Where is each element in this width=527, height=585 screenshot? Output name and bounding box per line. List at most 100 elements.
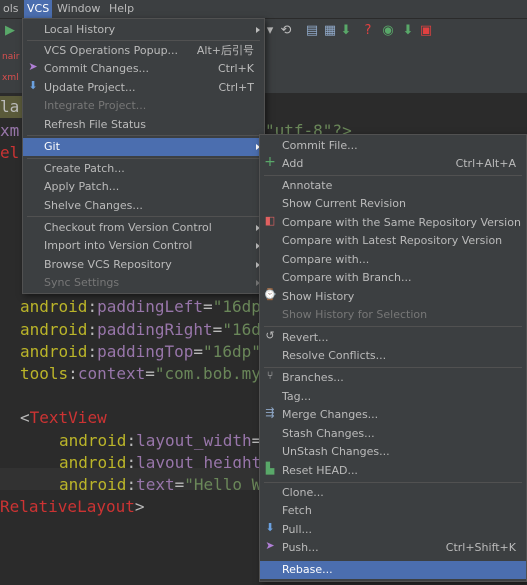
menu-item-update-project[interactable]: ⬇ Update Project... Ctrl+T: [23, 79, 264, 97]
menu-item-add[interactable]: + Add Ctrl+Alt+A: [260, 155, 526, 173]
menu-item-label: Stash Changes...: [282, 427, 375, 440]
menu-help[interactable]: Help: [106, 0, 137, 18]
structure-icon[interactable]: ▤: [304, 23, 320, 39]
code-fragment-xm: xm: [0, 120, 19, 142]
separator: [27, 40, 260, 41]
menu-item-pull[interactable]: ⬇ Pull...: [260, 521, 526, 539]
menu-item-compare-same-repo[interactable]: ◧ Compare with the Same Repository Versio…: [260, 214, 526, 232]
sync-icon[interactable]: ⬇: [338, 23, 354, 39]
menu-item-compare-latest-repo[interactable]: Compare with Latest Repository Version: [260, 232, 526, 250]
menu-item-shelve-changes[interactable]: Shelve Changes...: [23, 197, 264, 215]
plus-icon: +: [264, 154, 276, 170]
menu-item-checkout[interactable]: Checkout from Version Control: [23, 219, 264, 237]
update-icon: ⬇: [28, 79, 38, 92]
code-line-layout-width: android:layout_width=: [59, 431, 262, 450]
menu-item-resolve-conflicts[interactable]: Resolve Conflicts...: [260, 347, 526, 365]
revert-icon: ↺: [265, 329, 275, 342]
menu-bar: ols VCS Window Help: [0, 0, 527, 19]
menu-item-revert[interactable]: ↺ Revert...: [260, 329, 526, 347]
menu-item-browse-vcs[interactable]: Browse VCS Repository: [23, 256, 264, 274]
menu-item-integrate-project: Integrate Project...: [23, 97, 264, 115]
menu-item-vcs-operations-popup[interactable]: VCS Operations Popup... Alt+后引号: [23, 42, 264, 60]
menu-item-annotate[interactable]: Annotate: [260, 177, 526, 195]
ns-android: android: [59, 431, 127, 450]
menu-item-rebase[interactable]: Rebase...: [260, 561, 526, 579]
menu-item-clone[interactable]: Clone...: [260, 484, 526, 502]
stop-icon[interactable]: ▣: [418, 23, 434, 39]
menu-item-label: Show History: [282, 290, 355, 303]
menu-tools[interactable]: ols: [0, 0, 22, 18]
separator: [264, 326, 522, 327]
separator: [264, 175, 522, 176]
menu-item-label: Add: [282, 157, 304, 170]
tab-xml[interactable]: xml: [2, 73, 19, 83]
attr-name: text: [136, 475, 175, 494]
ns-android: android: [20, 342, 88, 361]
menu-item-label: Apply Patch...: [44, 180, 120, 193]
menu-item-tag[interactable]: Tag...: [260, 388, 526, 406]
ns-android: android: [20, 320, 88, 339]
menu-item-reset-head[interactable]: ▙ Reset HEAD...: [260, 462, 526, 480]
menu-item-label: Reset HEAD...: [282, 464, 358, 477]
menu-item-label: Annotate: [282, 179, 333, 192]
code-line-closing: RelativeLayout>: [0, 497, 145, 516]
menu-item-local-history[interactable]: Local History: [23, 21, 264, 39]
menu-item-label: Local History: [44, 23, 116, 36]
menu-item-compare-with[interactable]: Compare with...: [260, 251, 526, 269]
menu-item-show-history[interactable]: ⌚ Show History: [260, 288, 526, 306]
menu-item-branches[interactable]: ⑂ Branches...: [260, 369, 526, 387]
menu-item-label: Git: [44, 140, 60, 153]
menu-item-show-current-revision[interactable]: Show Current Revision: [260, 195, 526, 213]
menu-item-push[interactable]: ➤ Push... Ctrl+Shift+K: [260, 539, 526, 557]
run-icon[interactable]: ▶: [2, 23, 18, 39]
device-icon[interactable]: ◉: [380, 23, 396, 39]
attr-name: paddingRight: [97, 320, 213, 339]
attr-value: "16dp": [203, 342, 261, 361]
menu-item-create-patch[interactable]: Create Patch...: [23, 160, 264, 178]
menu-item-merge-changes[interactable]: ⇶ Merge Changes...: [260, 406, 526, 424]
push-icon: ➤: [265, 539, 275, 552]
menu-item-stash-changes[interactable]: Stash Changes...: [260, 425, 526, 443]
menu-item-label: Fetch: [282, 504, 312, 517]
menu-item-label: Sync Settings: [44, 276, 120, 289]
attr-value: "Hello W: [184, 475, 262, 494]
menu-item-fetch[interactable]: Fetch: [260, 502, 526, 520]
menu-vcs[interactable]: VCS: [24, 0, 53, 18]
attr-value: "16d: [222, 320, 261, 339]
ns-android: android: [20, 297, 88, 316]
sdk-icon[interactable]: ⬇: [400, 23, 416, 39]
menu-item-refresh-file-status[interactable]: Refresh File Status: [23, 116, 264, 134]
menu-item-commit-file[interactable]: Commit File...: [260, 137, 526, 155]
menu-item-label: Shelve Changes...: [44, 199, 143, 212]
help-icon[interactable]: ?: [360, 23, 376, 39]
menu-item-apply-patch[interactable]: Apply Patch...: [23, 178, 264, 196]
code-line-context: tools:context="com.bob.my: [20, 364, 261, 383]
menu-item-shortcut: Alt+后引号: [196, 44, 254, 57]
separator: [264, 482, 522, 483]
reset-icon: ▙: [265, 462, 275, 475]
menu-item-label: Pull...: [282, 523, 313, 536]
menu-item-shortcut: Ctrl+Alt+A: [455, 157, 516, 170]
menu-item-label: Import into Version Control: [44, 239, 193, 252]
menu-window[interactable]: Window: [54, 0, 103, 18]
layout-icon[interactable]: ▦: [322, 23, 338, 39]
menu-item-label: Compare with the Same Repository Version: [282, 216, 521, 229]
commit-icon: ➤: [28, 60, 38, 73]
diff-icon: ◧: [264, 214, 276, 227]
tab-fragment[interactable]: nair: [2, 52, 19, 62]
ns-android: android: [59, 475, 127, 494]
menu-item-label: VCS Operations Popup...: [44, 44, 179, 57]
menu-item-compare-with-branch[interactable]: Compare with Branch...: [260, 269, 526, 287]
menu-item-label: Revert...: [282, 331, 329, 344]
menu-item-label: Rebase...: [282, 563, 333, 576]
menu-item-shortcut: Ctrl+Shift+K: [445, 541, 516, 554]
menu-item-import[interactable]: Import into Version Control: [23, 237, 264, 255]
menu-item-unstash-changes[interactable]: UnStash Changes...: [260, 443, 526, 461]
menu-item-commit-changes[interactable]: ➤ Commit Changes... Ctrl+K: [23, 60, 264, 78]
separator: [27, 135, 260, 136]
menu-item-label: Branches...: [282, 371, 344, 384]
code-xm: xm: [0, 121, 20, 140]
menu-item-git[interactable]: Git: [23, 138, 264, 156]
code-line-textview: <TextView: [20, 408, 107, 427]
history-icon[interactable]: ⟲: [278, 23, 294, 39]
